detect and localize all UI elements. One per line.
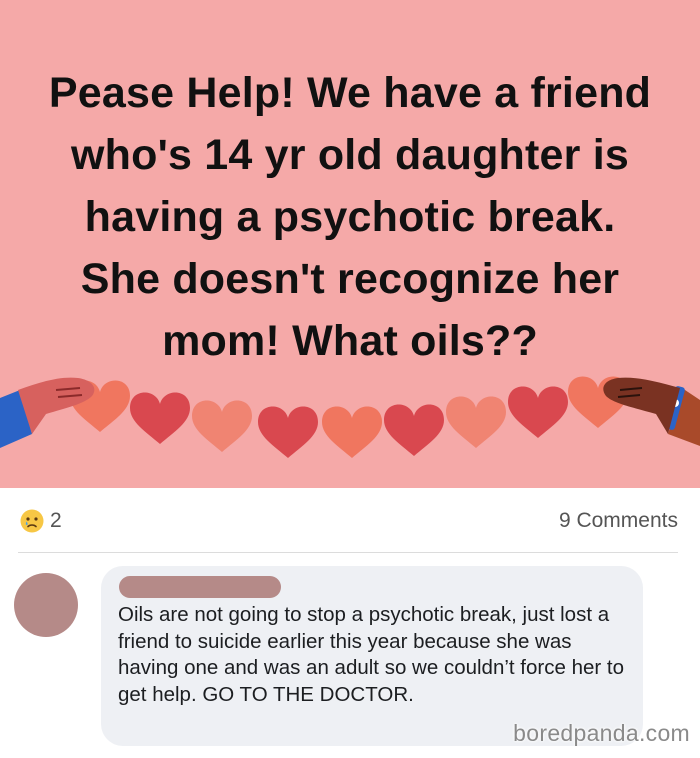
comments-count-link[interactable]: 9 Comments bbox=[559, 509, 678, 533]
post-text: Pease Help! We have a friend who's 14 yr… bbox=[48, 69, 652, 365]
post-background: Pease Help! We have a friend who's 14 yr… bbox=[0, 0, 700, 488]
left-hand bbox=[18, 377, 95, 434]
right-hand bbox=[603, 377, 680, 434]
divider bbox=[18, 552, 678, 553]
commenter-avatar-redacted[interactable] bbox=[14, 573, 78, 637]
comment-bubble: Oils are not going to stop a psychotic b… bbox=[101, 566, 643, 746]
commenter-name-redacted[interactable] bbox=[119, 576, 281, 598]
reaction-count: 2 bbox=[50, 509, 62, 532]
hands-illustration bbox=[0, 377, 700, 448]
post-stats-bar: 2 9 Comments bbox=[0, 488, 700, 552]
comment-text: Oils are not going to stop a psychotic b… bbox=[118, 603, 624, 706]
crying-face-icon bbox=[20, 509, 44, 533]
watermark: boredpanda.com bbox=[513, 720, 690, 746]
reactions-summary[interactable]: 2 bbox=[20, 508, 62, 534]
